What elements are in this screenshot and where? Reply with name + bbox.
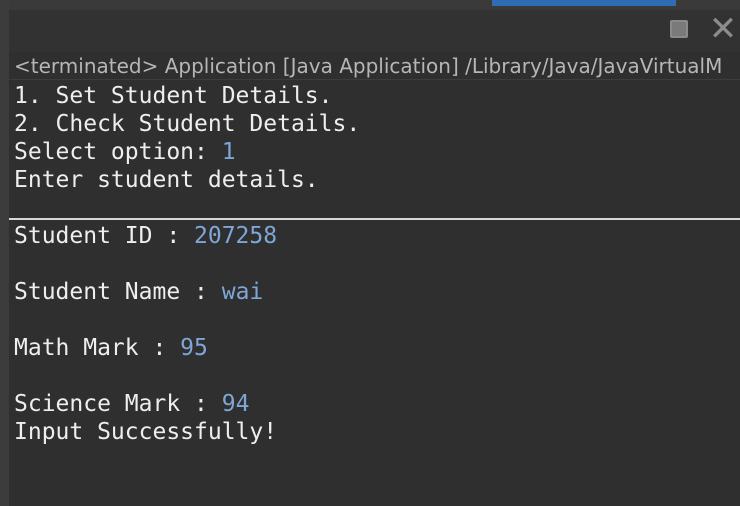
enter-details-line: Enter student details. <box>14 167 319 193</box>
console-toolbar <box>9 10 740 52</box>
science-mark-value: 94 <box>221 391 250 417</box>
maximize-icon[interactable] <box>670 20 688 38</box>
success-message: Input Successfully! <box>14 419 278 445</box>
student-name-prompt: Student Name : <box>14 279 222 305</box>
student-name-line: Student Name : wai <box>14 278 740 306</box>
student-name-value: wai <box>221 279 264 305</box>
student-id-value: 207258 <box>194 223 278 249</box>
menu-line-1: 1. Set Student Details. <box>14 83 333 109</box>
select-input-value: 1 <box>221 139 236 165</box>
eclipse-console-view: ✕ <terminated> Application [Java Applica… <box>0 0 740 506</box>
science-mark-prompt: Science Mark : <box>14 391 222 417</box>
math-mark-line: Math Mark : 95 <box>14 334 740 362</box>
console-output[interactable]: 1. Set Student Details. 2. Check Student… <box>9 82 740 506</box>
active-tab-indicator[interactable] <box>492 0 676 6</box>
menu-line-2: 2. Check Student Details. <box>14 111 361 137</box>
select-prompt: Select option: <box>14 139 222 165</box>
select-option-line: Select option: 1 <box>14 138 740 166</box>
process-status-line: <terminated> Application [Java Applicati… <box>9 52 740 80</box>
console-divider <box>9 194 740 222</box>
student-id-line: Student ID : 207258 <box>14 222 740 250</box>
student-id-prompt: Student ID : <box>14 223 195 249</box>
math-mark-value: 95 <box>180 335 208 361</box>
close-icon[interactable]: ✕ <box>706 12 740 46</box>
science-mark-line: Science Mark : 94 <box>14 390 740 418</box>
math-mark-prompt: Math Mark : <box>14 335 181 361</box>
